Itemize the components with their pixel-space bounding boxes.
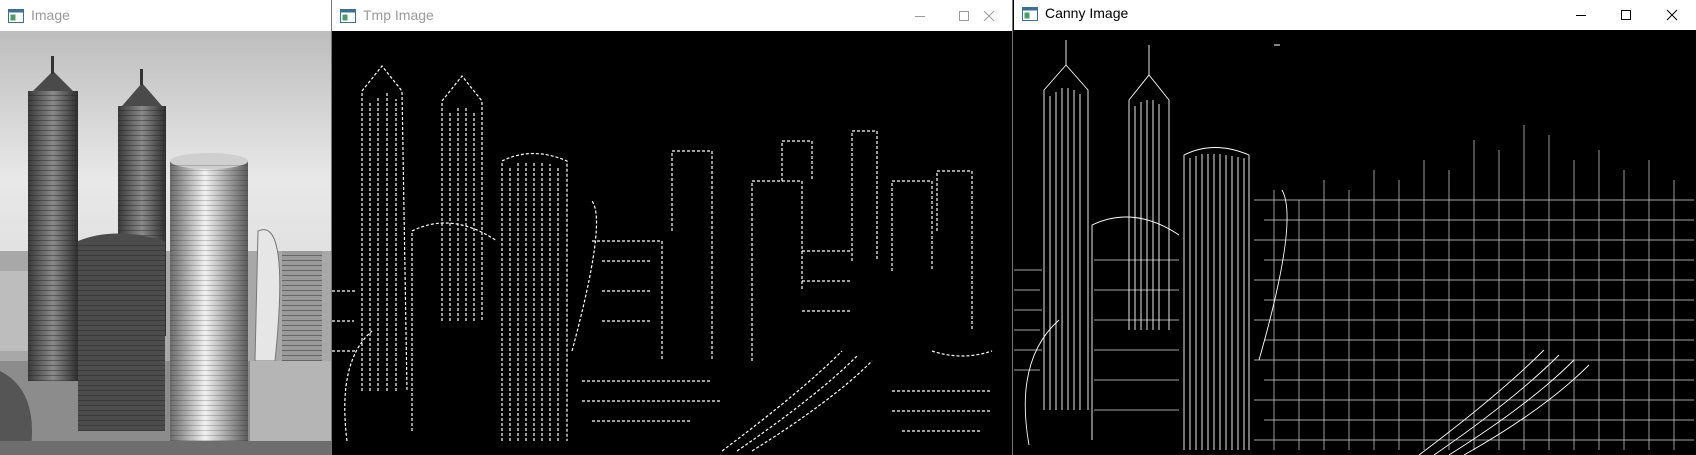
title-bar[interactable]: Image — [0, 0, 331, 31]
title-bar[interactable]: Tmp Image — [332, 0, 1012, 31]
minimize-button[interactable] — [1559, 0, 1603, 30]
canny-image-window: Canny Image — [1014, 0, 1696, 455]
canny-edge-cityscape — [1014, 30, 1696, 455]
window-title: Image — [31, 7, 70, 23]
title-bar[interactable]: Canny Image — [1014, 0, 1696, 30]
maximize-button[interactable] — [1604, 0, 1648, 30]
minimize-icon — [915, 15, 925, 17]
window-title: Tmp Image — [363, 7, 434, 23]
minimize-icon — [1576, 15, 1586, 16]
close-button[interactable] — [967, 0, 1011, 31]
image-canvas[interactable] — [1014, 30, 1696, 455]
close-button[interactable] — [1650, 0, 1694, 30]
close-icon — [983, 10, 995, 21]
close-icon — [1666, 9, 1678, 21]
minimize-button[interactable] — [898, 0, 942, 31]
app-window-icon — [1022, 7, 1038, 21]
app-window-icon — [340, 9, 356, 23]
tmp-image-window: Tmp Image — [332, 0, 1013, 455]
edge-detected-cityscape — [332, 31, 1012, 455]
app-window-icon — [8, 9, 24, 23]
maximize-icon — [1621, 10, 1631, 20]
image-canvas[interactable] — [332, 31, 1012, 455]
grayscale-cityscape-photo — [0, 31, 331, 455]
window-title: Canny Image — [1045, 5, 1129, 21]
image-window: Image — [0, 0, 332, 455]
image-canvas[interactable] — [0, 31, 331, 455]
